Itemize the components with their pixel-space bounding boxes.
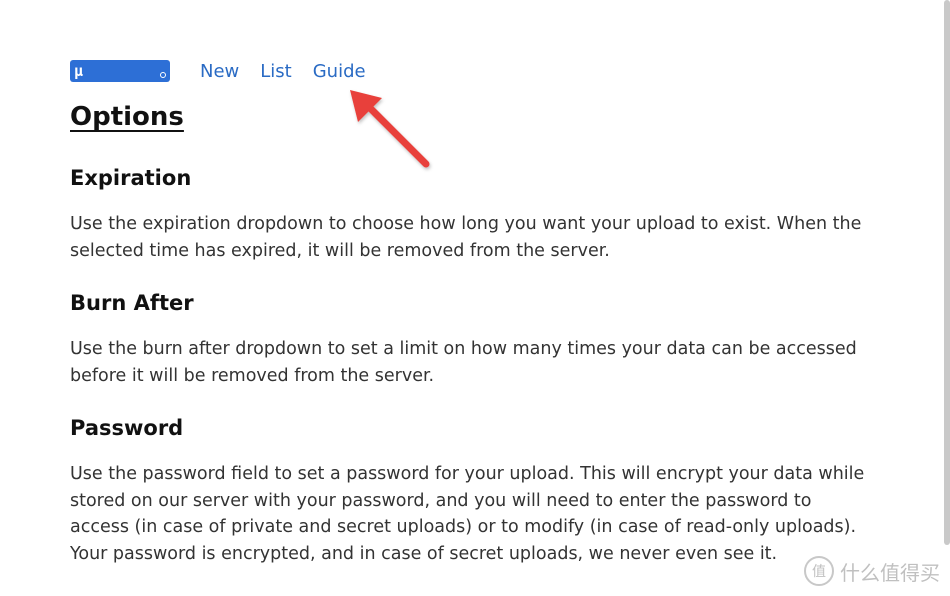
- watermark-badge-icon: 值: [804, 556, 834, 586]
- section-heading-password: Password: [70, 416, 184, 440]
- site-logo[interactable]: μ: [70, 60, 170, 82]
- nav-link-guide[interactable]: Guide: [313, 61, 366, 82]
- vertical-scrollbar[interactable]: [944, 0, 950, 545]
- section-heading-expiration: Expiration: [70, 166, 192, 190]
- nav-link-new[interactable]: New: [200, 61, 239, 82]
- logo-dot-icon: [160, 72, 166, 78]
- section-password: Password Use the password field to set a…: [70, 414, 870, 567]
- section-body-expiration: Use the expiration dropdown to choose ho…: [70, 214, 862, 261]
- watermark-text: 什么值得买: [840, 560, 940, 585]
- page-title: Options: [70, 102, 184, 132]
- section-body-burn-after: Use the burn after dropdown to set a lim…: [70, 339, 857, 386]
- watermark: 值 什么值得买: [804, 556, 940, 586]
- section-expiration: Expiration Use the expiration dropdown t…: [70, 164, 870, 264]
- section-heading-burn-after: Burn After: [70, 291, 194, 315]
- section-body-password: Use the password field to set a password…: [70, 464, 865, 564]
- annotation-arrow-icon: [350, 90, 430, 168]
- page: μ New List Guide Options Expiration Use …: [0, 0, 950, 596]
- nav-link-list[interactable]: List: [260, 61, 291, 82]
- top-nav: μ New List Guide: [70, 56, 870, 86]
- logo-glyph: μ: [74, 62, 84, 80]
- section-burn-after: Burn After Use the burn after dropdown t…: [70, 289, 870, 389]
- main-content: μ New List Guide Options Expiration Use …: [70, 56, 870, 567]
